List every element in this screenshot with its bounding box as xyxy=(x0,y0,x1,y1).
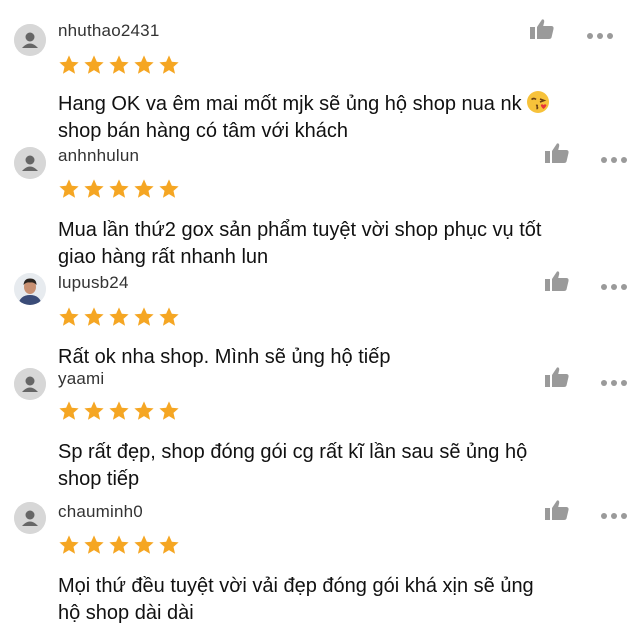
like-button[interactable] xyxy=(544,499,570,521)
more-options-button[interactable] xyxy=(600,375,628,386)
star-icon xyxy=(83,306,105,328)
more-dots-icon xyxy=(601,157,627,163)
star-icon xyxy=(158,306,180,328)
star-icon xyxy=(58,400,80,422)
more-options-button[interactable] xyxy=(600,508,628,519)
comment-line: Mọi thứ đều tuyệt vời vải đẹp đóng gói k… xyxy=(58,575,534,597)
comment-line: Sp rất đẹp, shop đóng gói cg rất kĩ lần … xyxy=(58,441,528,463)
star-icon xyxy=(158,534,180,556)
review-comment: Mọi thứ đều tuyệt vời vải đẹp đóng gói k… xyxy=(58,573,630,627)
star-icon xyxy=(58,534,80,556)
star-icon xyxy=(133,400,155,422)
thumbs-up-icon xyxy=(545,500,569,520)
more-options-button[interactable] xyxy=(600,279,628,290)
star-icon xyxy=(58,54,80,76)
comment-line: giao hàng rất nhanh lun xyxy=(58,246,269,268)
comment-line: hộ shop dài dài xyxy=(58,602,194,624)
star-icon xyxy=(58,178,80,200)
more-dots-icon xyxy=(587,33,613,39)
avatar[interactable] xyxy=(14,147,46,179)
username[interactable]: nhuthao2431 xyxy=(58,21,159,41)
default-avatar-icon xyxy=(14,147,46,179)
star-icon xyxy=(133,306,155,328)
thumbs-up-icon xyxy=(530,19,554,39)
user-photo-avatar xyxy=(14,273,46,305)
star-icon xyxy=(83,178,105,200)
comment-line: shop bán hàng có tâm với khách xyxy=(58,120,348,142)
star-icon xyxy=(58,306,80,328)
like-button[interactable] xyxy=(529,18,555,40)
more-options-button[interactable] xyxy=(600,152,628,163)
star-icon xyxy=(108,400,130,422)
star-icon xyxy=(158,178,180,200)
review-comment: Hang OK va êm mai mốt mjk sẽ ủng hộ shop… xyxy=(58,90,630,145)
username[interactable]: anhnhulun xyxy=(58,146,139,166)
default-avatar-icon xyxy=(14,502,46,534)
more-options-button[interactable] xyxy=(586,28,614,39)
username[interactable]: chauminh0 xyxy=(58,502,143,522)
thumbs-up-icon xyxy=(545,367,569,387)
like-button[interactable] xyxy=(544,270,570,292)
star-icon xyxy=(108,54,130,76)
star-icon xyxy=(83,400,105,422)
star-icon xyxy=(133,54,155,76)
star-icon xyxy=(83,534,105,556)
star-rating xyxy=(58,400,183,422)
comment-line: shop tiếp xyxy=(58,468,140,490)
avatar[interactable] xyxy=(14,273,46,305)
review-comment: Sp rất đẹp, shop đóng gói cg rất kĩ lần … xyxy=(58,439,630,493)
more-dots-icon xyxy=(601,380,627,386)
more-dots-icon xyxy=(601,284,627,290)
username[interactable]: yaami xyxy=(58,369,104,389)
default-avatar-icon xyxy=(14,368,46,400)
star-icon xyxy=(108,534,130,556)
thumbs-up-icon xyxy=(545,143,569,163)
more-dots-icon xyxy=(601,513,627,519)
star-icon xyxy=(108,306,130,328)
like-button[interactable] xyxy=(544,366,570,388)
star-rating xyxy=(58,534,183,556)
star-icon xyxy=(158,54,180,76)
star-icon xyxy=(108,178,130,200)
star-icon xyxy=(158,400,180,422)
thumbs-up-icon xyxy=(545,271,569,291)
star-rating xyxy=(58,306,183,328)
star-icon xyxy=(133,178,155,200)
star-icon xyxy=(133,534,155,556)
review-comment: Mua lần thứ2 gox sản phẩm tuyệt vời shop… xyxy=(58,217,630,271)
avatar[interactable] xyxy=(14,24,46,56)
star-rating xyxy=(58,178,183,200)
avatar[interactable] xyxy=(14,502,46,534)
like-button[interactable] xyxy=(544,142,570,164)
username[interactable]: lupusb24 xyxy=(58,273,129,293)
comment-line: Mua lần thứ2 gox sản phẩm tuyệt vời shop… xyxy=(58,219,542,241)
kissing-face-emoji xyxy=(526,90,550,114)
avatar[interactable] xyxy=(14,368,46,400)
default-avatar-icon xyxy=(14,24,46,56)
star-icon xyxy=(83,54,105,76)
comment-line: Hang OK va êm mai mốt mjk sẽ ủng hộ shop… xyxy=(58,90,630,118)
star-rating xyxy=(58,54,183,76)
